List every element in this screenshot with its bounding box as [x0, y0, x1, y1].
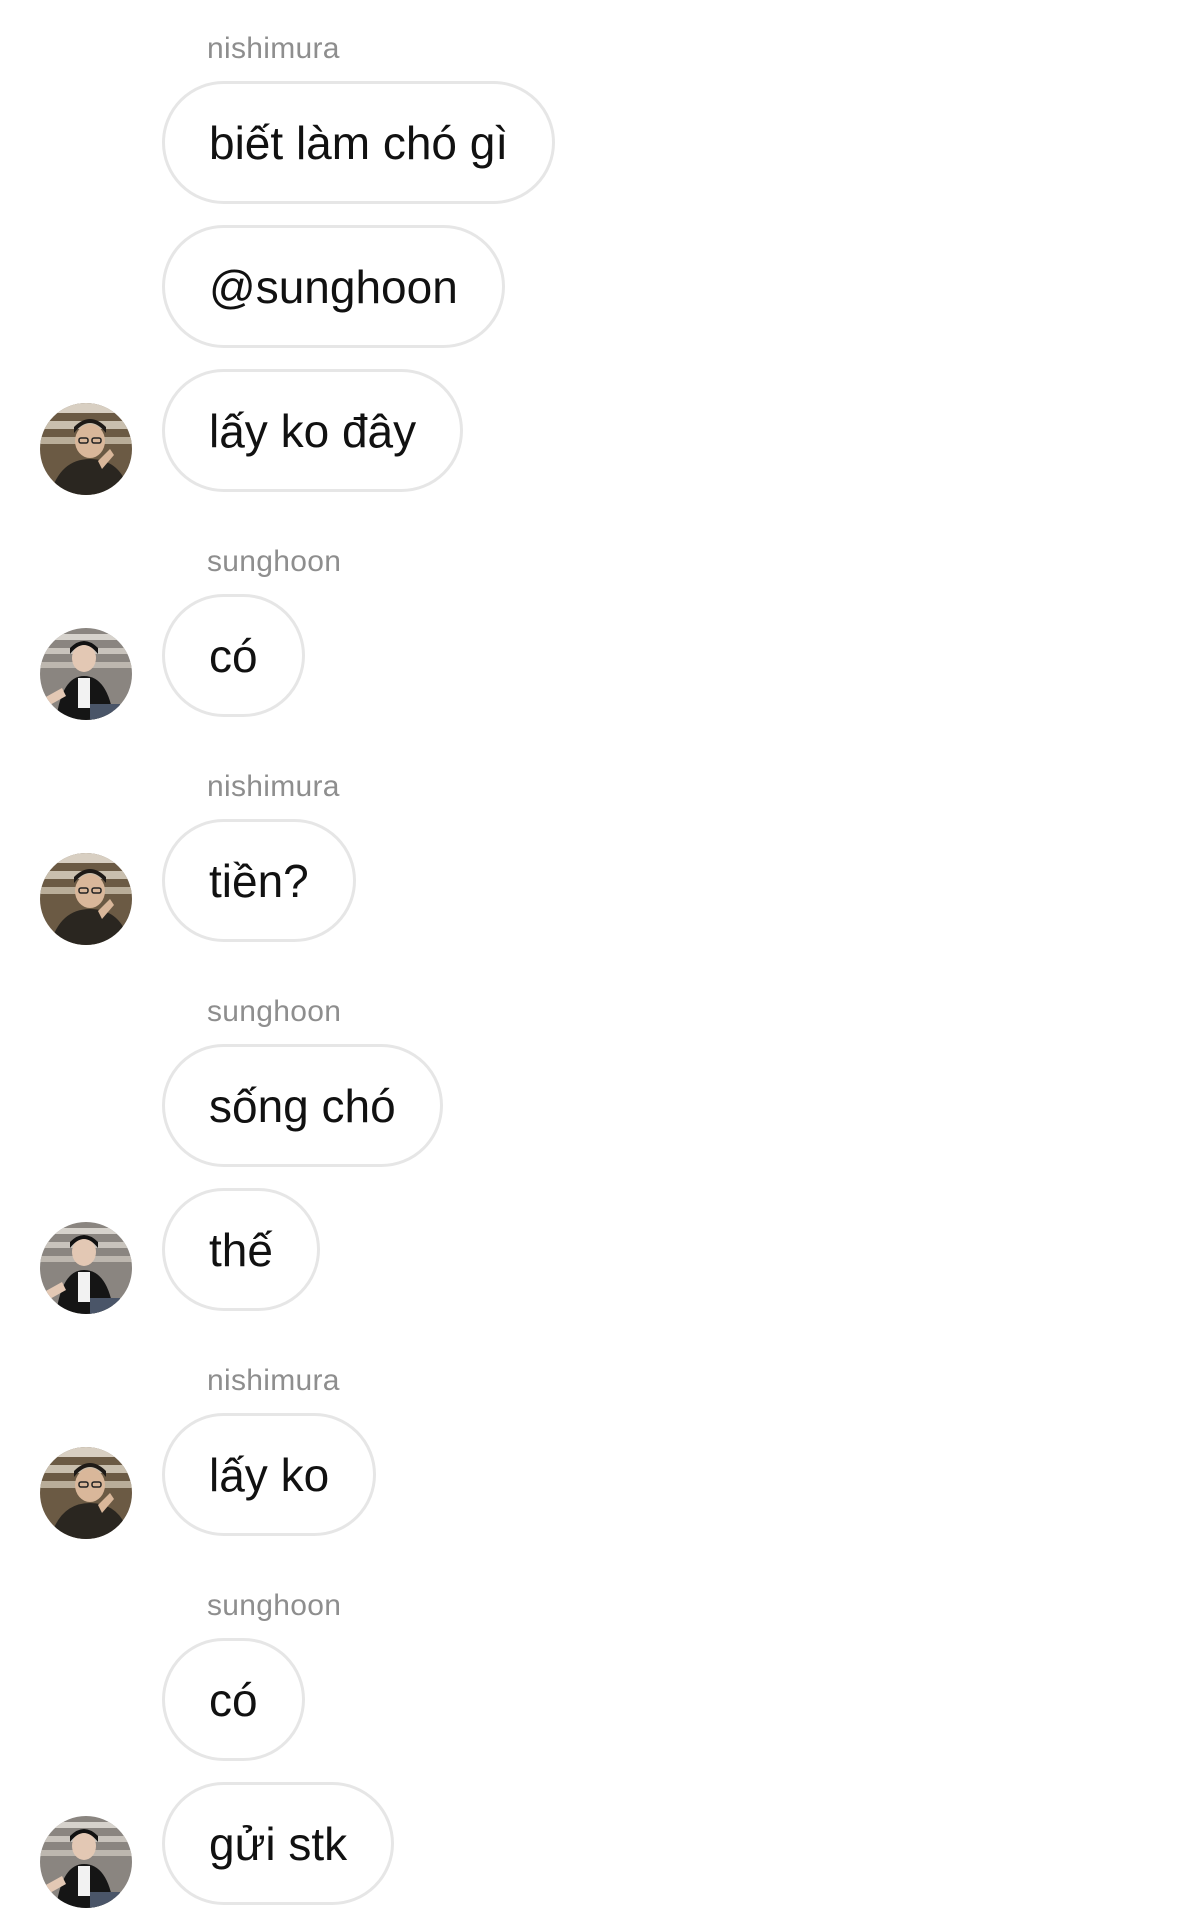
avatar-photo-icon [40, 853, 132, 945]
avatar-nishimura[interactable] [40, 853, 132, 945]
message-bubble[interactable]: gửi stk [162, 1782, 395, 1905]
avatar-sunghoon[interactable] [40, 1222, 132, 1314]
sender-name-nishimura: nishimura [207, 32, 340, 65]
sender-name-sunghoon: sunghoon [207, 1589, 342, 1622]
avatar-sunghoon[interactable] [40, 628, 132, 720]
message-bubble[interactable]: lấy ko [162, 1413, 377, 1536]
message-bubble[interactable]: có [162, 1638, 305, 1761]
chat-thread: { "senders": { "nishimura": "nishimura",… [0, 0, 1184, 1920]
message-bubble[interactable]: @sunghoon [162, 225, 505, 348]
sender-name-nishimura: nishimura [207, 1364, 340, 1397]
avatar-sunghoon[interactable] [40, 1816, 132, 1908]
message-bubble[interactable]: tiền? [162, 819, 356, 942]
message-bubble[interactable]: lấy ko đây [162, 369, 464, 492]
message-bubble[interactable]: thế [162, 1188, 320, 1311]
sender-name-sunghoon: sunghoon [207, 545, 342, 578]
message-bubble[interactable]: sống chó [162, 1044, 443, 1167]
avatar-nishimura[interactable] [40, 1447, 132, 1539]
avatar-photo-icon [40, 1447, 132, 1539]
message-bubble[interactable]: biết làm chó gì [162, 81, 556, 204]
avatar-photo-icon [40, 403, 132, 495]
sender-name-nishimura: nishimura [207, 770, 340, 803]
avatar-photo-icon [40, 1222, 132, 1314]
avatar-nishimura[interactable] [40, 403, 132, 495]
avatar-photo-icon [40, 1816, 132, 1908]
sender-name-sunghoon: sunghoon [207, 995, 342, 1028]
avatar-photo-icon [40, 628, 132, 720]
message-bubble[interactable]: có [162, 594, 305, 717]
